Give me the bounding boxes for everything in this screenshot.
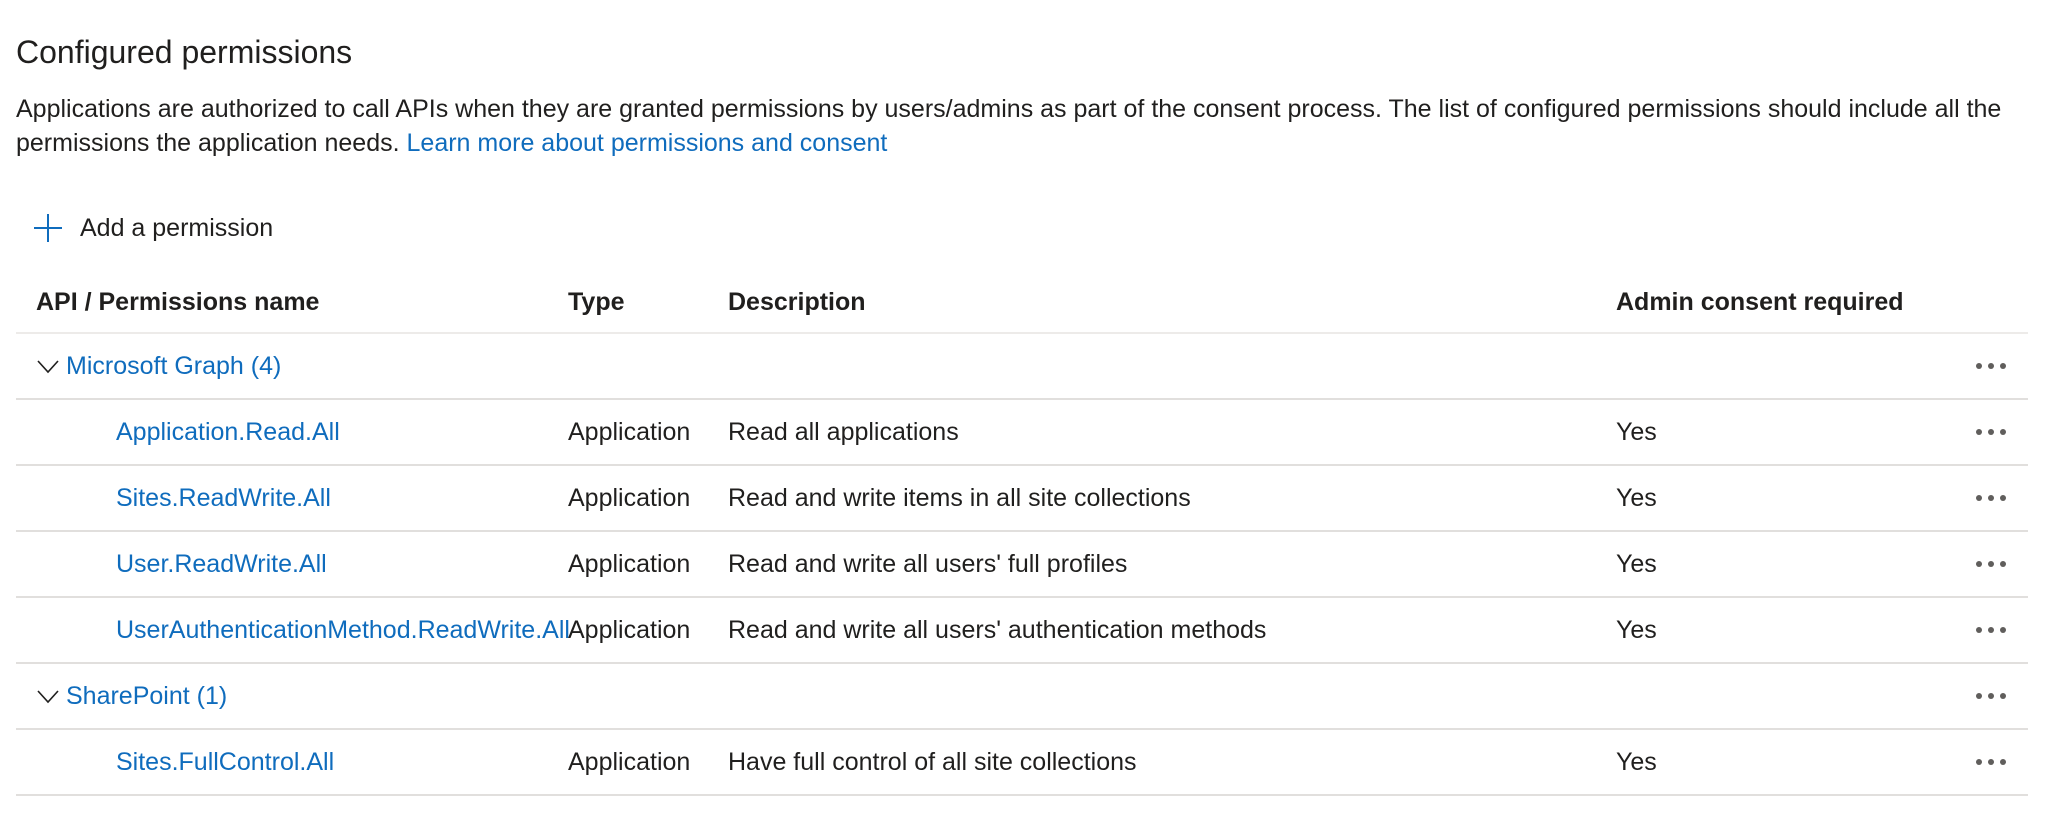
more-dot: [1988, 429, 1994, 435]
group-name-cell: SharePoint (1): [36, 664, 227, 728]
permission-name-link[interactable]: User.ReadWrite.All: [36, 550, 327, 579]
group-link[interactable]: Microsoft Graph (4): [66, 352, 281, 381]
more-options-cell: [1966, 532, 2016, 596]
more-dot: [2000, 759, 2006, 765]
admin-consent-value: Yes: [1616, 615, 1657, 644]
more-dot: [1988, 495, 1994, 501]
more-dot: [2000, 495, 2006, 501]
column-header-description[interactable]: Description: [728, 272, 866, 332]
permission-name-link[interactable]: Application.Read.All: [36, 418, 340, 447]
more-dot: [1976, 495, 1982, 501]
permission-description: Read and write all users' authentication…: [728, 615, 1267, 644]
permission-description: Read and write items in all site collect…: [728, 483, 1191, 512]
learn-more-link[interactable]: Learn more about permissions and consent: [407, 129, 888, 157]
column-header-name[interactable]: API / Permissions name: [36, 272, 319, 332]
more-dot: [2000, 627, 2006, 633]
permission-type: Application: [568, 483, 691, 512]
table-body: Microsoft Graph (4) Application.Read.All A…: [16, 334, 2028, 796]
more-dot: [2000, 693, 2006, 699]
group-row[interactable]: Microsoft Graph (4): [16, 334, 2028, 400]
more-dot: [2000, 429, 2006, 435]
add-permission-label: Add a permission: [80, 213, 274, 242]
more-options-cell: [1966, 334, 2016, 398]
table-header-row: API / Permissions name Type Description …: [16, 272, 2028, 334]
permission-type: Application: [568, 549, 691, 578]
group-name-cell: Microsoft Graph (4): [36, 334, 281, 398]
permission-type: Application: [568, 615, 691, 644]
permission-name-cell: Application.Read.All: [36, 400, 340, 464]
section-description: Applications are authorized to call APIs…: [16, 92, 2016, 160]
admin-consent-value: Yes: [1616, 417, 1657, 446]
more-dot: [1988, 627, 1994, 633]
permission-description: Read all applications: [728, 417, 959, 446]
table-row: UserAuthenticationMethod.ReadWrite.All Ap…: [16, 598, 2028, 664]
plus-icon: [34, 214, 62, 242]
chevron-down-icon[interactable]: [36, 354, 60, 378]
more-options-icon[interactable]: [1976, 363, 2006, 369]
more-dot: [1976, 759, 1982, 765]
column-header-type[interactable]: Type: [568, 272, 625, 332]
page-title: Configured permissions: [16, 34, 353, 70]
more-options-icon[interactable]: [1976, 495, 2006, 501]
more-dot: [2000, 561, 2006, 567]
permission-type: Application: [568, 417, 691, 446]
more-options-cell: [1966, 466, 2016, 530]
more-dot: [1988, 693, 1994, 699]
more-options-icon[interactable]: [1976, 693, 2006, 699]
admin-consent-value: Yes: [1616, 483, 1657, 512]
admin-consent-value: Yes: [1616, 549, 1657, 578]
more-dot: [1976, 363, 1982, 369]
table-row: Application.Read.All Application Read all …: [16, 400, 2028, 466]
permission-name-cell: Sites.ReadWrite.All: [36, 466, 331, 530]
more-dot: [1988, 561, 1994, 567]
more-dot: [2000, 363, 2006, 369]
more-dot: [1976, 627, 1982, 633]
permission-name-link[interactable]: Sites.ReadWrite.All: [36, 484, 331, 513]
add-permission-button[interactable]: Add a permission: [32, 208, 273, 248]
more-dot: [1976, 561, 1982, 567]
more-options-icon[interactable]: [1976, 561, 2006, 567]
chevron-down-icon[interactable]: [36, 684, 60, 708]
table-row: Sites.FullControl.All Application Have ful…: [16, 730, 2028, 796]
more-options-cell: [1966, 598, 2016, 662]
more-options-cell: [1966, 400, 2016, 464]
permissions-table: API / Permissions name Type Description …: [16, 272, 2028, 796]
permission-name-cell: UserAuthenticationMethod.ReadWrite.All: [36, 598, 570, 662]
permission-name-cell: Sites.FullControl.All: [36, 730, 334, 794]
table-row: User.ReadWrite.All Application Read and wr…: [16, 532, 2028, 598]
admin-consent-value: Yes: [1616, 747, 1657, 776]
permission-description: Read and write all users' full profiles: [728, 549, 1128, 578]
description-text: Applications are authorized to call APIs…: [16, 95, 2002, 157]
permission-type: Application: [568, 747, 691, 776]
permission-name-link[interactable]: Sites.FullControl.All: [36, 748, 334, 777]
table-row: Sites.ReadWrite.All Application Read and w…: [16, 466, 2028, 532]
column-header-admin-consent[interactable]: Admin consent required: [1616, 272, 1904, 332]
more-options-icon[interactable]: [1976, 759, 2006, 765]
permission-name-cell: User.ReadWrite.All: [36, 532, 327, 596]
more-dot: [1976, 693, 1982, 699]
more-dot: [1976, 429, 1982, 435]
group-row[interactable]: SharePoint (1): [16, 664, 2028, 730]
permission-description: Have full control of all site collection…: [728, 747, 1137, 776]
more-dot: [1988, 363, 1994, 369]
more-options-icon[interactable]: [1976, 429, 2006, 435]
more-options-cell: [1966, 664, 2016, 728]
more-dot: [1988, 759, 1994, 765]
more-options-cell: [1966, 730, 2016, 794]
group-link[interactable]: SharePoint (1): [66, 682, 227, 711]
more-options-icon[interactable]: [1976, 627, 2006, 633]
permission-name-link[interactable]: UserAuthenticationMethod.ReadWrite.All: [36, 616, 570, 645]
